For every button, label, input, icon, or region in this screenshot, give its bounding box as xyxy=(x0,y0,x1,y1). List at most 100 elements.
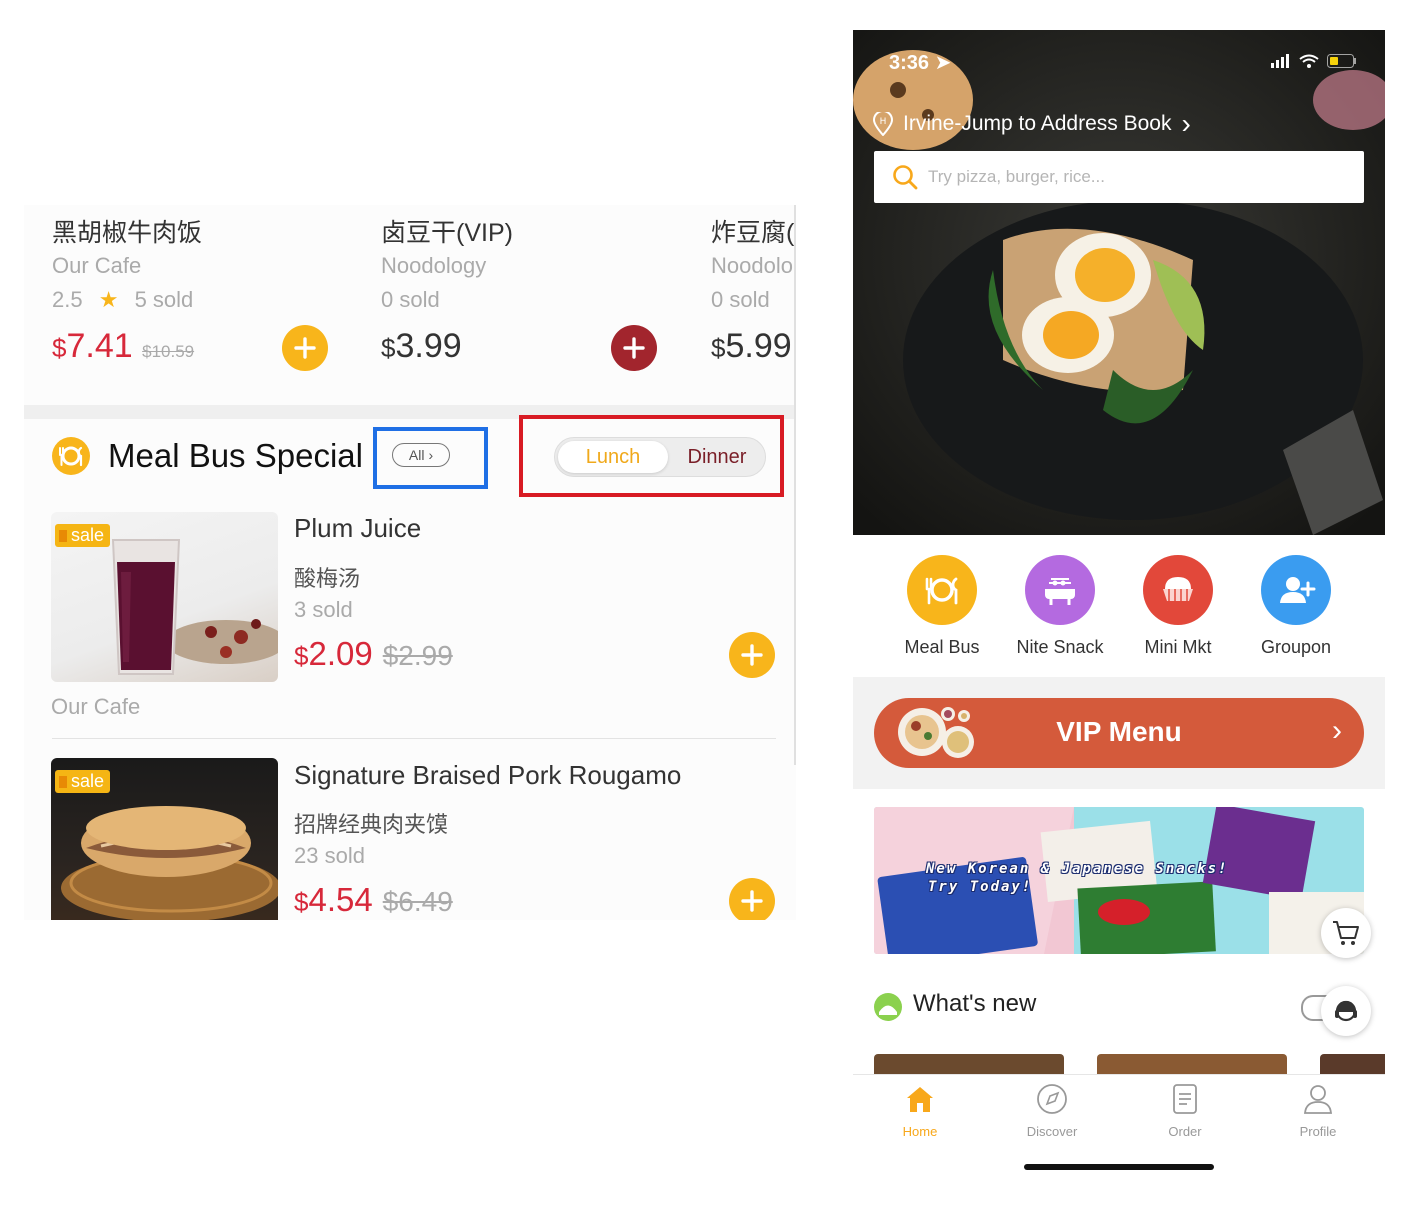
category-mini-mkt[interactable]: Mini Mkt xyxy=(1128,555,1228,658)
plus-icon xyxy=(741,644,763,666)
hero-food-image xyxy=(853,30,1385,535)
banner-headline: New Korean & Japanese Snacks! xyxy=(926,861,1229,877)
store-name: Noodology xyxy=(381,253,487,278)
tab-order[interactable]: Order xyxy=(1145,1083,1225,1139)
tab-label: Home xyxy=(902,1124,938,1139)
price: 7.41 xyxy=(66,327,133,365)
price: 5.99 xyxy=(725,327,792,365)
section-title: What's new xyxy=(913,990,1037,1017)
cart-icon xyxy=(1333,921,1359,945)
basket-icon xyxy=(1143,555,1213,625)
status-time: 3:36 ➤ xyxy=(889,50,951,75)
sale-badge: sale xyxy=(55,524,111,547)
price-row: $7.41 $10.59 xyxy=(52,327,194,366)
tab-discover[interactable]: Discover xyxy=(1012,1083,1092,1139)
product-name-cn: 招牌经典肉夹馍 xyxy=(294,812,449,837)
category-label: Meal Bus xyxy=(904,637,980,657)
price: 4.54 xyxy=(308,881,373,918)
sold-count: 3 sold xyxy=(294,597,353,622)
category-label: Groupon xyxy=(1260,637,1332,657)
product-card-peek[interactable] xyxy=(874,1054,1064,1076)
currency: $ xyxy=(711,333,726,363)
tag-icon xyxy=(59,529,67,542)
plate-cutlery-icon xyxy=(907,555,977,625)
product-name[interactable]: Signature Braised Pork Rougamo xyxy=(294,760,681,791)
category-meal-bus[interactable]: Meal Bus xyxy=(892,555,992,658)
rating-row: 2.5 ★ 5 sold xyxy=(52,287,193,313)
cart-button[interactable] xyxy=(1321,908,1371,958)
add-button[interactable] xyxy=(611,325,657,371)
profile-icon xyxy=(1304,1085,1332,1114)
price-row: $4.54 $6.49 xyxy=(294,881,453,919)
search-input[interactable]: Try pizza, burger, rice... xyxy=(874,151,1364,203)
category-groupon[interactable]: Groupon xyxy=(1246,555,1346,658)
price-row: $5.99 xyxy=(711,327,792,366)
list-divider xyxy=(52,738,776,739)
tab-home[interactable]: Home xyxy=(880,1083,960,1139)
status-icons xyxy=(1271,54,1357,68)
product-name: 黑胡椒牛肉饭 xyxy=(52,219,203,247)
tab-label: Profile xyxy=(1299,1124,1337,1139)
signal-icon xyxy=(1271,54,1289,68)
compass-icon xyxy=(1037,1084,1067,1114)
plus-icon xyxy=(294,337,316,359)
tab-label: Order xyxy=(1168,1124,1202,1139)
wifi-icon xyxy=(1299,54,1319,68)
add-button[interactable] xyxy=(282,325,328,371)
sold-count: 5 sold xyxy=(134,287,194,312)
whats-new-icon xyxy=(874,993,902,1021)
product-card-peek[interactable] xyxy=(1320,1054,1385,1076)
sale-label: sale xyxy=(71,525,105,545)
original-price: $2.99 xyxy=(382,640,453,671)
product-name-cn: 酸梅汤 xyxy=(294,566,361,591)
price: 2.09 xyxy=(308,635,373,672)
highlight-box-toggle xyxy=(519,415,784,497)
product-name[interactable]: Plum Juice xyxy=(294,513,421,544)
product-image[interactable]: sale xyxy=(51,512,278,682)
highlight-box-all xyxy=(373,427,488,489)
battery-icon xyxy=(1327,54,1356,68)
location-label: Irvine-Jump to Address Book xyxy=(903,112,1172,135)
home-screen: 3:36 ➤ H Irvine-Jump to Address Book › T… xyxy=(853,30,1385,1180)
tab-profile[interactable]: Profile xyxy=(1278,1083,1358,1139)
promo-banner[interactable]: New Korean & Japanese Snacks! Try Today! xyxy=(874,807,1364,954)
price: 3.99 xyxy=(395,327,462,365)
menu-panel: 黑胡椒牛肉饭 Our Cafe 2.5 ★ 5 sold $7.41 $10.5… xyxy=(24,205,796,920)
product-name: 炸豆腐( xyxy=(711,219,795,247)
tab-label: Discover xyxy=(1026,1124,1078,1139)
product-name: 卤豆干(VIP) xyxy=(381,219,513,247)
sale-label: sale xyxy=(71,771,105,791)
bottom-tab-bar: Home Discover Order Profile xyxy=(853,1074,1385,1155)
tag-icon xyxy=(59,775,67,788)
add-button[interactable] xyxy=(729,632,775,678)
panel-edge xyxy=(794,205,796,765)
chevron-right-icon: › xyxy=(1181,108,1191,139)
currency: $ xyxy=(294,887,309,917)
store-name: Noodolo xyxy=(711,253,793,278)
store-name: Our Cafe xyxy=(52,253,142,278)
category-nite-snack[interactable]: Nite Snack xyxy=(1010,555,1110,658)
banner-subline: Try Today! xyxy=(928,879,1033,895)
sold-count: 23 sold xyxy=(294,843,365,868)
plus-icon xyxy=(623,337,645,359)
order-list-icon xyxy=(1173,1084,1197,1114)
vip-menu-label: VIP Menu xyxy=(1056,716,1182,747)
search-icon xyxy=(893,165,918,190)
sold-count: 0 sold xyxy=(381,287,440,312)
location-pin-icon: H xyxy=(873,112,893,136)
support-button[interactable] xyxy=(1321,986,1371,1036)
clock-label: 3:36 xyxy=(889,52,930,74)
product-image[interactable]: sale xyxy=(51,758,278,920)
headset-icon xyxy=(1335,1000,1357,1022)
category-label: Mini Mkt xyxy=(1144,637,1212,657)
hero-banner: 3:36 ➤ H Irvine-Jump to Address Book › T… xyxy=(853,30,1385,535)
location-arrow-icon: ➤ xyxy=(934,52,952,74)
rating-value: 2.5 xyxy=(52,287,83,312)
sale-badge: sale xyxy=(55,770,111,793)
price-row: $3.99 xyxy=(381,327,462,366)
vip-menu-button[interactable]: VIP Menu › xyxy=(874,698,1364,768)
svg-text:H: H xyxy=(880,117,887,127)
add-button[interactable] xyxy=(729,878,775,920)
product-card-peek[interactable] xyxy=(1097,1054,1287,1076)
location-selector[interactable]: H Irvine-Jump to Address Book › xyxy=(873,108,1191,139)
